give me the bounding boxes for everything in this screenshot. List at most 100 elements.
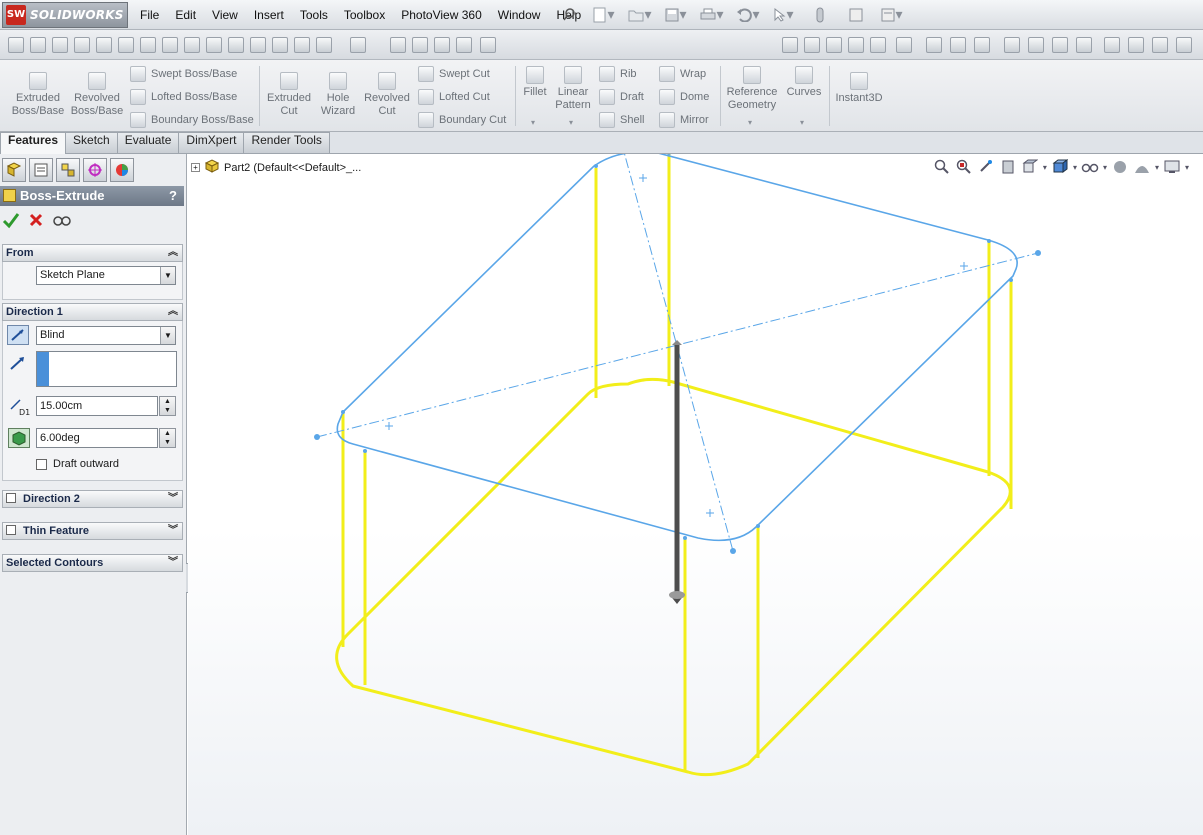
- solidworks-logo[interactable]: SW SOLIDWORKS: [2, 2, 128, 28]
- view-orientation-icon[interactable]: [804, 37, 820, 53]
- fillet-dropdown-icon[interactable]: ▾: [531, 118, 535, 127]
- linear-pattern-button[interactable]: Linear Pattern: [552, 66, 594, 112]
- chevron-down-icon[interactable]: ▾: [1155, 163, 1159, 172]
- display-style-icon[interactable]: [826, 37, 842, 53]
- selected-contours-group-header[interactable]: Selected Contours ︾: [2, 554, 183, 572]
- from-select[interactable]: Sketch Plane ▼: [36, 266, 176, 285]
- top-view-icon[interactable]: [1028, 37, 1044, 53]
- tab-evaluate[interactable]: Evaluate: [116, 132, 180, 153]
- spelling-icon[interactable]: [8, 37, 24, 53]
- hide-show-icon[interactable]: [848, 37, 864, 53]
- menu-edit[interactable]: Edit: [167, 8, 204, 22]
- reverse-direction-icon[interactable]: [7, 325, 29, 345]
- select-icon[interactable]: ▾: [766, 4, 802, 26]
- sensor-icon[interactable]: [118, 37, 134, 53]
- iso-view-icon[interactable]: [1076, 37, 1092, 53]
- expand-chevron-icon[interactable]: ︾: [168, 523, 178, 539]
- menu-photoview[interactable]: PhotoView 360: [393, 8, 490, 22]
- revolved-boss-button[interactable]: Revolved Boss/Base: [68, 72, 126, 118]
- configuration-manager-tab-icon[interactable]: [56, 158, 80, 182]
- dimxpert-manager-tab-icon[interactable]: [83, 158, 107, 182]
- shaded-edges-icon[interactable]: [1104, 37, 1120, 53]
- boundary-cut-button[interactable]: Boundary Cut: [418, 112, 506, 128]
- check-entity-icon[interactable]: [184, 37, 200, 53]
- draft-outward-box[interactable]: [36, 458, 47, 470]
- zoom-fit-icon[interactable]: [926, 37, 942, 53]
- clearance-icon[interactable]: [250, 37, 266, 53]
- tab-features[interactable]: Features: [0, 132, 67, 154]
- draft-button[interactable]: Draft: [599, 89, 644, 105]
- rotate-icon[interactable]: [974, 37, 990, 53]
- ok-check-icon[interactable]: [2, 211, 20, 232]
- lofted-boss-button[interactable]: Lofted Boss/Base: [130, 89, 237, 105]
- apply-scene-icon[interactable]: [1133, 158, 1151, 176]
- reference-geometry-button[interactable]: Reference Geometry: [724, 66, 780, 112]
- print-icon[interactable]: ▾: [694, 4, 730, 26]
- right-view-icon[interactable]: [1052, 37, 1068, 53]
- scene-icon[interactable]: [896, 37, 912, 53]
- wireframe-icon[interactable]: [1128, 37, 1144, 53]
- tab-dimxpert[interactable]: DimXpert: [178, 132, 245, 153]
- draft-angle-input[interactable]: 6.00deg ▲ ▼: [36, 428, 176, 448]
- equations-icon[interactable]: [206, 37, 222, 53]
- revolved-cut-button[interactable]: Revolved Cut: [360, 72, 414, 118]
- wrap-button[interactable]: Wrap: [659, 66, 706, 82]
- undercut-icon[interactable]: [294, 37, 310, 53]
- new-icon[interactable]: ▾: [586, 4, 622, 26]
- tab-render-tools[interactable]: Render Tools: [243, 132, 330, 153]
- instant3d-button[interactable]: Instant3D: [832, 72, 886, 105]
- graphics-area[interactable]: + Part2 (Default<<Default>_... ▾ ▾ ▾ ▾ ▾: [188, 154, 1203, 835]
- expand-chevron-icon[interactable]: ︾: [168, 491, 178, 507]
- collapse-chevron-icon[interactable]: ︽: [168, 304, 178, 320]
- edit-appearance-icon[interactable]: [870, 37, 886, 53]
- zoom-to-fit-icon[interactable]: [933, 158, 951, 176]
- interference-icon[interactable]: [228, 37, 244, 53]
- fillet-xpert-icon[interactable]: [390, 37, 406, 53]
- expand-tree-icon[interactable]: +: [191, 163, 200, 172]
- save-icon[interactable]: ▾: [658, 4, 694, 26]
- perspective-icon[interactable]: [1176, 37, 1192, 53]
- dimension-icon[interactable]: [30, 37, 46, 53]
- direction-selection-box[interactable]: [36, 351, 177, 387]
- display-style-icon[interactable]: [1051, 158, 1069, 176]
- draftxpert-icon[interactable]: [412, 37, 428, 53]
- view-orientation-icon[interactable]: [1021, 158, 1039, 176]
- open-icon[interactable]: ▾: [622, 4, 658, 26]
- lofted-cut-button[interactable]: Lofted Cut: [418, 89, 490, 105]
- chevron-down-icon[interactable]: ▾: [1043, 163, 1047, 172]
- symmetry-check-icon[interactable]: [350, 37, 366, 53]
- hidden-lines-icon[interactable]: [1152, 37, 1168, 53]
- file-properties-icon[interactable]: [838, 4, 874, 26]
- mass-properties-icon[interactable]: [74, 37, 90, 53]
- direction2-checkbox[interactable]: [6, 493, 16, 503]
- direction2-group-header[interactable]: Direction 2 ︾: [2, 490, 183, 508]
- statistics-icon[interactable]: [140, 37, 156, 53]
- menu-insert[interactable]: Insert: [246, 8, 292, 22]
- end-condition-select[interactable]: Blind ▼: [36, 326, 176, 345]
- draft-analysis-icon[interactable]: [272, 37, 288, 53]
- depth-input[interactable]: 15.00cm ▲ ▼: [36, 396, 176, 416]
- section-view-icon[interactable]: [999, 158, 1017, 176]
- curves-button[interactable]: Curves: [784, 66, 824, 99]
- thin-feature-group-header[interactable]: Thin Feature ︾: [2, 522, 183, 540]
- expand-chevron-icon[interactable]: ︾: [168, 555, 178, 571]
- previous-view-icon[interactable]: [977, 158, 995, 176]
- thin-feature-checkbox[interactable]: [6, 525, 16, 535]
- section-view-icon[interactable]: [782, 37, 798, 53]
- zoom-to-area-icon[interactable]: [955, 158, 973, 176]
- dropdown-arrow-icon[interactable]: ▼: [160, 327, 175, 344]
- rebuild-icon[interactable]: [802, 4, 838, 26]
- curves-dropdown-icon[interactable]: ▾: [800, 118, 804, 127]
- pin-menu-icon[interactable]: [562, 6, 578, 22]
- zoom-area-icon[interactable]: [950, 37, 966, 53]
- draft-toggle-icon[interactable]: [8, 428, 30, 448]
- front-view-icon[interactable]: [1004, 37, 1020, 53]
- tab-sketch[interactable]: Sketch: [65, 132, 118, 153]
- menu-file[interactable]: File: [132, 8, 167, 22]
- view-settings-icon[interactable]: [1163, 158, 1181, 176]
- import-diagnostics-icon[interactable]: [480, 37, 496, 53]
- menu-window[interactable]: Window: [490, 8, 549, 22]
- swept-cut-button[interactable]: Swept Cut: [418, 66, 490, 82]
- model-viewport[interactable]: [188, 154, 1203, 835]
- options-icon[interactable]: ▾: [874, 4, 910, 26]
